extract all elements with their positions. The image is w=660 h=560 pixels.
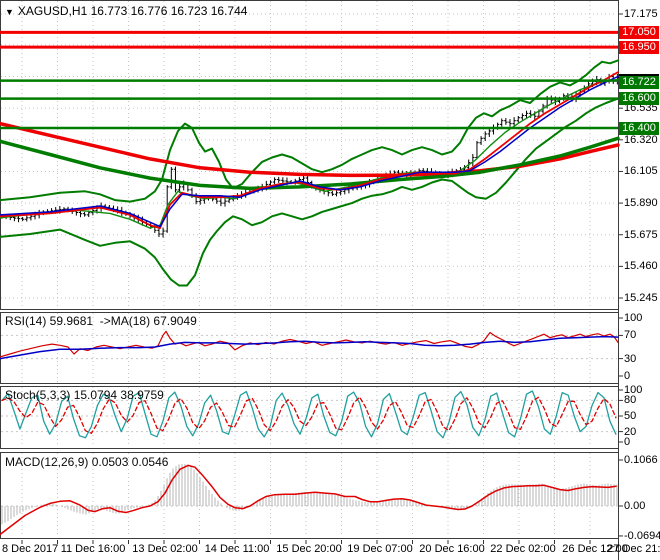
tick-30: 30 <box>624 352 637 365</box>
price-tick-16.105: 16.105 <box>624 165 658 178</box>
tick-0: 0 <box>624 370 631 382</box>
ohlc-values: 16.773 16.776 16.723 16.744 <box>90 4 248 18</box>
stochastic-label: Stoch(5,3,3) 15.0794 38.9759 <box>5 388 164 402</box>
time-label-first: 8 Dec 2017 <box>2 543 59 555</box>
time-label-2: 14 Dec 11:00 <box>204 543 270 555</box>
price-badge-17.050: 17.050 <box>619 25 659 39</box>
price-badge-16.600: 16.600 <box>619 92 659 106</box>
tick-70: 70 <box>624 329 637 342</box>
tick-50: 50 <box>624 410 637 422</box>
tick-0.00: 0.00 <box>624 500 646 512</box>
price-badge-16.722: 16.722 <box>619 74 659 90</box>
time-label-3: 15 Dec 20:00 <box>276 543 342 555</box>
price-badge-16.400: 16.400 <box>619 121 659 135</box>
chart-plot-area[interactable] <box>0 0 660 560</box>
rsi-label: RSI(14) 59.9681 ->MA(18) 67.9049 <box>5 314 197 328</box>
price-tick-17.175: 17.175 <box>624 8 658 20</box>
tick-80: 80 <box>624 394 637 407</box>
price-tick-15.675: 15.675 <box>624 228 658 241</box>
symbol-dropdown-icon[interactable]: ▼ <box>5 7 14 17</box>
price-tick-15.245: 15.245 <box>624 291 658 304</box>
time-label-1: 13 Dec 02:00 <box>132 543 198 555</box>
trading-chart-window: ▼ XAGUSD,H1 16.773 16.776 16.723 16.744 R… <box>0 0 660 560</box>
tick-100: 100 <box>624 312 643 324</box>
tick-0.1066: 0.1066 <box>624 454 658 466</box>
price-tick-16.320: 16.320 <box>624 133 658 146</box>
tick-0: 0 <box>624 436 631 448</box>
tick--0.0694: -0.0694 <box>624 529 660 542</box>
chart-title: ▼ XAGUSD,H1 16.773 16.776 16.723 16.744 <box>5 4 247 18</box>
symbol-label: XAGUSD,H1 <box>17 4 88 18</box>
time-label-0: 11 Dec 16:00 <box>60 543 126 555</box>
time-label-4: 19 Dec 07:00 <box>347 543 413 555</box>
time-label-6: 22 Dec 02:00 <box>490 543 556 555</box>
time-label-5: 20 Dec 16:00 <box>419 543 485 555</box>
price-badge-16.950: 16.950 <box>619 40 659 54</box>
price-tick-15.460: 15.460 <box>624 260 658 273</box>
macd-label: MACD(12,26,9) 0.0503 0.0546 <box>5 455 169 469</box>
price-tick-15.890: 15.890 <box>624 197 658 210</box>
time-label-8: 27 Dec 21:00 <box>607 543 660 555</box>
